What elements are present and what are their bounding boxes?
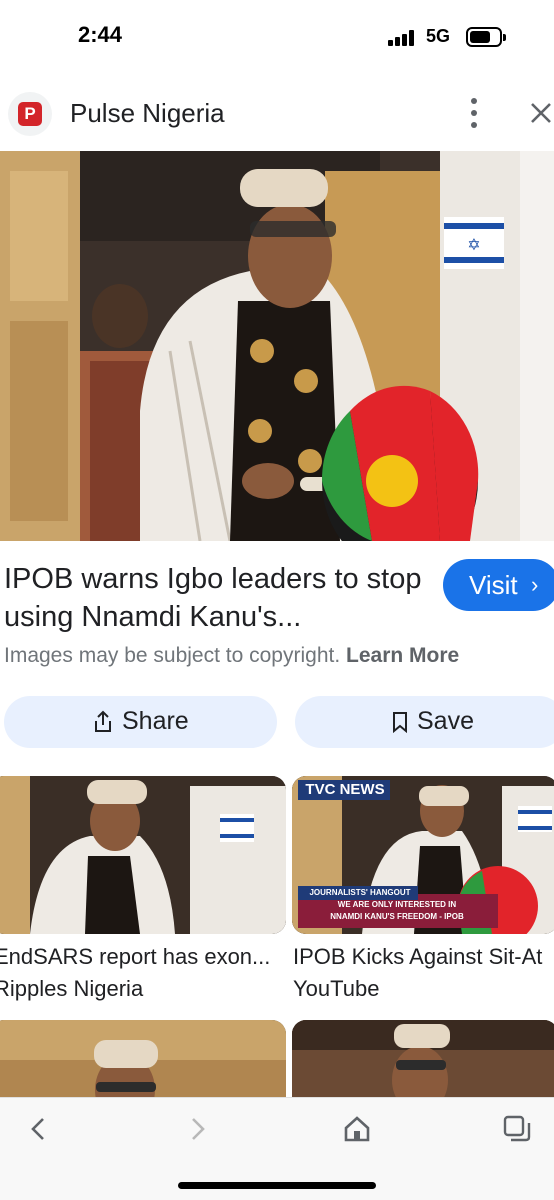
learn-more-link[interactable]: Learn More	[346, 644, 459, 667]
copyright-text: Images may be subject to copyright.	[4, 644, 341, 667]
bookmark-icon	[393, 711, 407, 733]
forward-icon[interactable]	[180, 1112, 214, 1146]
network-type: 5G	[426, 26, 451, 46]
channel-logo: TVC NEWS	[305, 781, 385, 798]
visit-button[interactable]: Visit ›	[443, 559, 554, 611]
cellular-signal-icon	[388, 30, 418, 46]
share-icon	[95, 710, 111, 732]
visit-label: Visit	[469, 570, 518, 600]
battery-icon	[466, 27, 506, 47]
related-thumbnail-2[interactable]: TVC NEWS JOURNALISTS' HANGOUT WE ARE ONL…	[292, 776, 554, 934]
save-label: Save	[417, 707, 474, 735]
related-caption-1[interactable]: EndSARS report has exon...	[0, 944, 284, 970]
back-icon[interactable]	[22, 1112, 56, 1146]
related-source-2: YouTube	[293, 976, 380, 1001]
save-button[interactable]: Save	[295, 696, 554, 748]
video-banner-top: JOURNALISTS' HANGOUT	[309, 888, 411, 897]
share-button[interactable]: Share	[4, 696, 277, 748]
status-time: 2:44	[78, 22, 123, 47]
related-caption-2[interactable]: IPOB Kicks Against Sit-At	[293, 944, 554, 970]
video-banner-line-1: WE ARE ONLY INTERESTED IN	[337, 900, 457, 909]
close-icon[interactable]	[528, 100, 554, 126]
home-indicator[interactable]	[178, 1182, 376, 1189]
source-favicon[interactable]: P	[8, 92, 52, 136]
result-title[interactable]: IPOB warns Igbo leaders to stop using Nn…	[4, 560, 424, 636]
tabs-icon[interactable]	[500, 1112, 534, 1146]
preview-image[interactable]: ✡	[0, 151, 554, 541]
related-source-1: Ripples Nigeria	[0, 976, 144, 1001]
source-header: P Pulse Nigeria	[0, 84, 554, 146]
pulse-logo-icon: P	[18, 102, 42, 126]
status-bar: 2:44 5G	[0, 0, 554, 72]
chevron-right-icon: ›	[531, 572, 539, 597]
copyright-notice: Images may be subject to copyright. Lear…	[4, 644, 459, 668]
related-thumbnail-1[interactable]	[0, 776, 286, 934]
source-name[interactable]: Pulse Nigeria	[70, 98, 225, 129]
home-icon[interactable]	[340, 1112, 374, 1146]
share-label: Share	[122, 707, 189, 735]
more-vert-icon[interactable]	[466, 98, 482, 128]
video-banner-line-2: NNAMDI KANU'S FREEDOM - IPOB	[330, 912, 464, 921]
svg-text:✡: ✡	[467, 235, 480, 254]
preview-photo: ✡	[0, 151, 554, 541]
